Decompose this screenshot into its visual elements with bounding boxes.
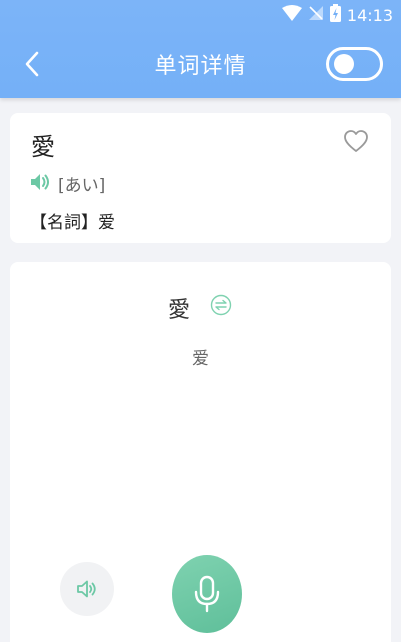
status-time: 14:13 — [346, 5, 393, 25]
speaker-icon[interactable] — [29, 171, 51, 193]
play-audio-button[interactable] — [60, 562, 114, 616]
heart-outline-icon[interactable] — [343, 129, 369, 153]
speaker-icon — [77, 580, 96, 598]
word-text: 愛 — [31, 133, 55, 161]
word-reading: [あい] — [58, 176, 106, 196]
toggle-knob — [334, 54, 354, 74]
word-card: 愛 [あい] 【名詞】爱 — [10, 113, 391, 243]
word-meaning: 【名詞】爱 — [30, 213, 115, 233]
app-header: 14:13 单词详情 — [0, 0, 401, 98]
practice-card: 愛 爱 — [10, 262, 391, 642]
practice-kana: 爱 — [192, 349, 209, 369]
swap-icon[interactable] — [210, 294, 232, 316]
status-bar: 14:13 — [281, 4, 393, 26]
mode-toggle[interactable] — [326, 47, 383, 81]
microphone-icon — [194, 575, 220, 613]
no-signal-icon — [308, 5, 324, 25]
wifi-icon — [281, 5, 302, 25]
record-button[interactable] — [172, 555, 242, 633]
practice-word: 愛 — [168, 298, 191, 323]
battery-charging-icon — [329, 4, 341, 26]
